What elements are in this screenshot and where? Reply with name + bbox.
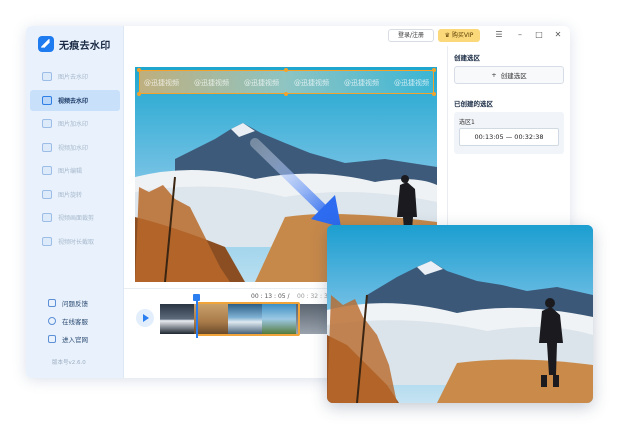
- login-button[interactable]: 登录/注册: [388, 29, 434, 42]
- sidebar-item-label: 视频画面裁剪: [58, 215, 95, 222]
- resize-handle-icon[interactable]: [137, 92, 141, 96]
- sidebar-item-video-crop[interactable]: 视频画面裁剪: [30, 207, 120, 228]
- clip-thumbnail: [296, 304, 330, 334]
- stage: 无痕去水印 图片去水印 视频去水印 图片加水印 视频加水印 图片编辑 图片旋转 …: [0, 0, 640, 430]
- created-selections-title: 已创建的选区: [454, 100, 493, 108]
- sidebar-item-label: 图片加水印: [58, 121, 89, 128]
- create-selection-title: 创建选区: [454, 54, 480, 62]
- watermark-text: @迅捷视频: [294, 79, 329, 87]
- sidebar-item-label: 图片编辑: [58, 168, 83, 175]
- image-add-icon: [42, 119, 52, 128]
- sidebar-item-video-trim[interactable]: 视频时长截取: [30, 231, 120, 252]
- create-selection-label: 创建选区: [500, 72, 527, 80]
- website-label: 进入官网: [62, 336, 88, 344]
- app-logo-icon: [38, 36, 54, 52]
- selection-time-range[interactable]: 00:13:05 — 00:32:38: [459, 128, 559, 146]
- watermark-selection-box[interactable]: @迅捷视频 @迅捷视频 @迅捷视频 @迅捷视频 @迅捷视频 @迅捷视频: [137, 68, 436, 96]
- resize-handle-icon[interactable]: [284, 68, 288, 72]
- feedback-icon: [48, 299, 56, 307]
- watermark-text: @迅捷视频: [344, 79, 379, 87]
- create-selection-button[interactable]: + 创建选区: [454, 66, 564, 84]
- resize-handle-icon[interactable]: [432, 68, 436, 72]
- sidebar-item-label: 视频加水印: [58, 144, 89, 152]
- image-icon: [42, 72, 52, 81]
- watermark-text: @迅捷视频: [244, 79, 279, 87]
- current-time: 00 : 13 : 05 /: [251, 293, 290, 300]
- watermark-text: @迅捷视频: [194, 79, 229, 87]
- watermark-text: @迅捷视频: [394, 79, 429, 87]
- clip-thumbnail: [160, 304, 194, 334]
- maximize-icon[interactable]: □: [534, 30, 544, 40]
- video-add-icon: [42, 142, 52, 152]
- support-icon: [48, 317, 56, 325]
- minimize-icon[interactable]: –: [515, 30, 525, 40]
- sidebar-item-image-rotate[interactable]: 图片旋转: [30, 184, 120, 205]
- top-bar: 登录/注册 ♛ 购买VIP ☰ – □ ✕: [124, 26, 570, 46]
- buy-vip-button[interactable]: ♛ 购买VIP: [438, 29, 480, 42]
- app-name: 无痕去水印: [59, 40, 111, 52]
- sidebar-item-video-remove-watermark[interactable]: 视频去水印: [30, 89, 120, 111]
- feedback-link[interactable]: 问题反馈: [48, 294, 88, 312]
- playhead-handle[interactable]: [193, 294, 199, 338]
- plus-icon: +: [491, 71, 497, 79]
- close-icon[interactable]: ✕: [553, 30, 563, 40]
- current-time-value: 00 : 13 : 05: [251, 293, 286, 300]
- selection-name: 选区1: [459, 119, 475, 126]
- crop-icon: [42, 213, 52, 222]
- timeline-selection-range[interactable]: [196, 302, 300, 336]
- sidebar-item-image-remove-watermark[interactable]: 图片去水印: [30, 66, 120, 87]
- result-scene-image: [327, 225, 593, 403]
- video-icon: [42, 95, 52, 105]
- result-preview-image: [327, 225, 593, 403]
- resize-handle-icon[interactable]: [432, 92, 436, 96]
- sidebar-item-label: 视频时长截取: [58, 238, 95, 246]
- website-link[interactable]: 进入官网: [48, 330, 88, 348]
- version-text: 版本号v2.6.0: [52, 360, 86, 366]
- sidebar-item-label: 图片旋转: [58, 191, 83, 199]
- menu-icon[interactable]: ☰: [494, 30, 504, 40]
- buy-vip-label: 购买VIP: [451, 32, 474, 39]
- selection-card[interactable]: 选区1 00:13:05 — 00:32:38: [454, 112, 564, 154]
- sidebar-item-image-edit[interactable]: 图片编辑: [30, 160, 120, 181]
- sidebar: 无痕去水印 图片去水印 视频去水印 图片加水印 视频加水印 图片编辑 图片旋转 …: [26, 26, 124, 378]
- resize-handle-icon[interactable]: [284, 92, 288, 96]
- trim-icon: [42, 236, 52, 246]
- watermark-text: @迅捷视频: [144, 79, 179, 87]
- sidebar-item-image-add-watermark[interactable]: 图片加水印: [30, 113, 120, 134]
- sidebar-links: 问题反馈 在线客服 进入官网: [48, 294, 88, 348]
- website-icon: [48, 335, 56, 343]
- time-separator: /: [287, 293, 290, 300]
- sidebar-menu: 图片去水印 视频去水印 图片加水印 视频加水印 图片编辑 图片旋转 视频画面裁剪…: [30, 66, 120, 254]
- resize-handle-icon[interactable]: [137, 68, 141, 72]
- feedback-label: 问题反馈: [62, 300, 88, 308]
- edit-icon: [42, 166, 52, 175]
- crown-icon: ♛: [444, 32, 452, 39]
- sidebar-item-video-add-watermark[interactable]: 视频加水印: [30, 137, 120, 158]
- support-link[interactable]: 在线客服: [48, 312, 88, 330]
- sidebar-item-label: 图片去水印: [58, 74, 89, 81]
- support-label: 在线客服: [62, 318, 88, 326]
- sidebar-item-label: 视频去水印: [58, 97, 89, 105]
- rotate-icon: [42, 189, 52, 199]
- play-button[interactable]: [136, 309, 154, 327]
- brand: 无痕去水印: [38, 35, 111, 53]
